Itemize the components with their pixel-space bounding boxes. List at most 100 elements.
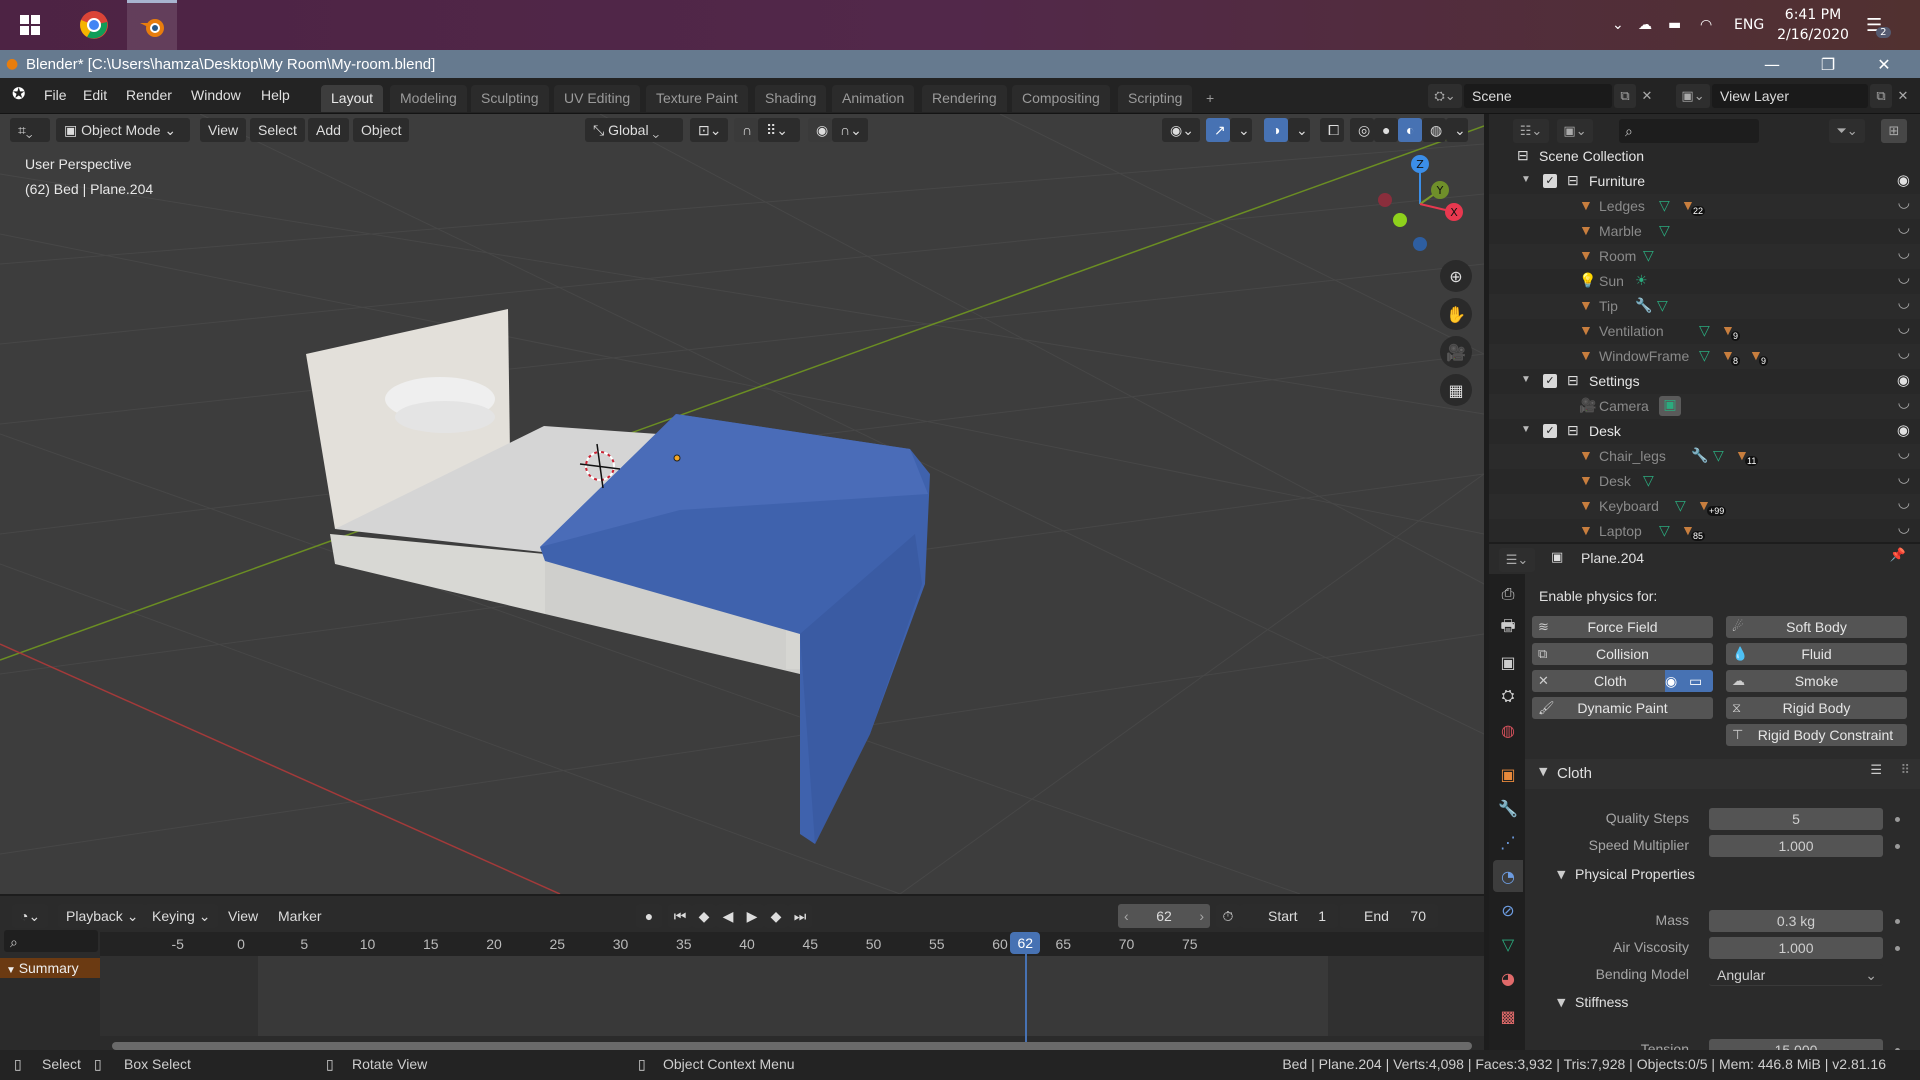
physical-properties-header[interactable]: ▼ Physical Properties [1525,862,1920,888]
quality-steps-field[interactable]: 5 [1709,808,1883,830]
mesh-data-icon[interactable]: ▽ [1713,447,1724,464]
tab-sculpting[interactable]: Sculpting [471,85,549,112]
record-button[interactable]: ● [636,904,662,928]
start-frame-field[interactable]: Start 1 [1240,904,1338,928]
new-scene-button[interactable]: ⧉ [1614,84,1636,108]
outliner-row[interactable]: ▼ Tip 🔧 ▽ ◡ [1489,294,1920,319]
onedrive-icon[interactable]: ☁ [1638,0,1652,50]
language-indicator[interactable]: ENG [1734,0,1764,50]
tab-texture-paint[interactable]: Texture Paint [646,85,748,112]
tab-scene[interactable]: ⛭ [1493,680,1523,712]
mesh-data-icon[interactable]: ▽ [1643,247,1654,264]
battery-icon[interactable]: ▬ [1668,0,1681,50]
outliner-row[interactable]: ▼ ✓ ⊟ Furniture ◉ [1489,169,1920,194]
shading-dropdown[interactable]: ⌄ [1446,118,1468,142]
exclude-checkbox[interactable]: ✓ [1543,424,1557,438]
hide-toggle-icon[interactable]: ◡ [1898,269,1910,286]
keyframe-dot[interactable] [1895,919,1900,924]
overlays-toggle[interactable]: ◑ [1264,118,1288,142]
pin-icon[interactable]: 📌 [1890,548,1906,563]
3d-viewport[interactable]: ⌗⌄ ▣ Object Mode ⌄ View Select Add Objec… [0,114,1484,894]
hide-toggle-icon[interactable]: ◡ [1898,344,1910,361]
proportional-edit-toggle[interactable]: ◉ [808,118,832,142]
decrement-arrow-icon[interactable]: ‹ [1124,904,1129,928]
exclude-checkbox[interactable]: ✓ [1543,174,1557,188]
tab-layout[interactable]: Layout [321,85,384,112]
mesh-data-icon[interactable]: ▽ [1675,497,1686,514]
shading-material-preview[interactable]: ◐ [1398,118,1422,142]
add-workspace-button[interactable]: + [1196,85,1224,112]
mesh-data-icon[interactable]: ▽ [1699,347,1710,364]
clock[interactable]: 6:41 PM 2/16/2020 [1777,0,1849,50]
outliner-search-input[interactable]: ⌕ [1619,119,1759,143]
new-collection-button[interactable]: ⊞ [1881,119,1907,143]
play-button[interactable]: ▶ [740,904,764,928]
keying-menu[interactable]: Keying ⌄ [144,904,219,928]
increment-arrow-icon[interactable]: › [1199,904,1204,928]
outliner-row[interactable]: ▼ Laptop ▽ ▼ 85 ◡ [1489,519,1920,544]
hide-toggle-icon[interactable]: ◡ [1898,519,1910,536]
hide-toggle-icon[interactable]: ◡ [1898,319,1910,336]
tab-compositing[interactable]: Compositing [1012,85,1110,112]
drag-handle-icon[interactable]: ⠿ [1900,763,1910,778]
tab-modeling[interactable]: Modeling [390,85,467,112]
outliner-row[interactable]: ▼ WindowFrame ▽ ▼ 8 ▼ 9 ◡ [1489,344,1920,369]
windows-start-button[interactable] [2,0,57,50]
tab-texture[interactable]: ▩ [1493,1000,1523,1032]
editor-type-button[interactable]: ⌗⌄ [10,118,50,142]
playback-menu[interactable]: Playback ⌄ [58,904,147,928]
stiffness-header[interactable]: ▼ Stiffness [1525,990,1920,1016]
preview-range-toggle[interactable]: ⏱ [1216,904,1240,928]
cloth-remove-button[interactable]: ✕ Cloth ◉ ▭ [1532,670,1713,692]
view-layer-name-field[interactable]: View Layer [1712,84,1868,108]
timeline-view-menu[interactable]: View [228,904,258,928]
outliner-row[interactable]: 🎥 Camera ▣ ◡ [1489,394,1920,419]
disclosure-triangle-icon[interactable]: ▼ [1521,424,1531,435]
delete-scene-button[interactable]: ✕ [1638,84,1656,108]
mesh-data-icon[interactable]: ▽ [1657,297,1668,314]
xray-toggle[interactable]: ⧠ [1320,118,1344,142]
rigid-body-constraint-button[interactable]: ⊤ Rigid Body Constraint [1726,724,1907,746]
taskbar-blender-button[interactable] [127,0,177,50]
summary-channel[interactable]: ▼ Summary [0,958,100,978]
tab-shading[interactable]: Shading [755,85,827,112]
menu-object[interactable]: Object [353,118,410,142]
tab-object[interactable]: ▣ [1493,758,1523,790]
tab-rendering[interactable]: Rendering [922,85,1007,112]
shading-solid[interactable]: ● [1374,118,1398,142]
menu-view[interactable]: View [200,118,247,142]
display-mode-selector[interactable]: ▣⌄ [1557,119,1593,143]
menu-render[interactable]: Render [126,78,172,112]
air-viscosity-field[interactable]: 1.000 [1709,937,1883,959]
collision-button[interactable]: ⧉ Collision [1532,643,1713,665]
mesh-data-icon[interactable]: ▽ [1643,472,1654,489]
jump-start-button[interactable]: ⏮ [668,904,692,928]
outliner-row[interactable]: ▼ Ventilation ▽ ▼ 9 ◡ [1489,319,1920,344]
outliner-row[interactable]: 💡 Sun ☀ ◡ [1489,269,1920,294]
outliner-row[interactable]: ▼ Chair_legs 🔧 ▽ ▼ 11 ◡ [1489,444,1920,469]
menu-add[interactable]: Add [308,118,349,142]
presets-list-icon[interactable]: ☰ [1870,763,1882,778]
scene-name-field[interactable]: Scene [1464,84,1612,108]
tab-uv-editing[interactable]: UV Editing [554,85,641,112]
snap-toggle[interactable]: ∩ [734,118,758,142]
menu-file[interactable]: File [44,78,67,112]
playhead-frame-label[interactable]: 62 [1010,932,1041,954]
hide-toggle-icon[interactable]: ◡ [1898,444,1910,461]
outliner-row[interactable]: ▼ Ledges ▽ ▼ 22 ◡ [1489,194,1920,219]
bed-model[interactable] [306,309,930,844]
outliner-row[interactable]: ▼ Room ▽ ◡ [1489,244,1920,269]
properties-editor-type[interactable]: ☰⌄ [1499,548,1535,572]
timeline-marker-menu[interactable]: Marker [278,904,322,928]
new-view-layer-button[interactable]: ⧉ [1870,84,1892,108]
zoom-view-button[interactable]: ⊕ [1440,260,1472,292]
camera-data-icon[interactable]: ▣ [1659,396,1681,416]
disclosure-triangle-icon[interactable]: ▼ [1521,374,1531,385]
ortho-toggle-button[interactable]: ▦ [1440,374,1472,406]
blender-menu-icon[interactable]: ✪ [12,78,25,112]
hide-toggle-icon[interactable]: ◡ [1898,219,1910,236]
action-center-button[interactable]: ☰ 2 [1866,0,1891,50]
camera-view-button[interactable]: 🎥 [1440,336,1472,368]
mesh-data-icon[interactable]: ▽ [1659,197,1670,214]
tab-scripting[interactable]: Scripting [1118,85,1193,112]
